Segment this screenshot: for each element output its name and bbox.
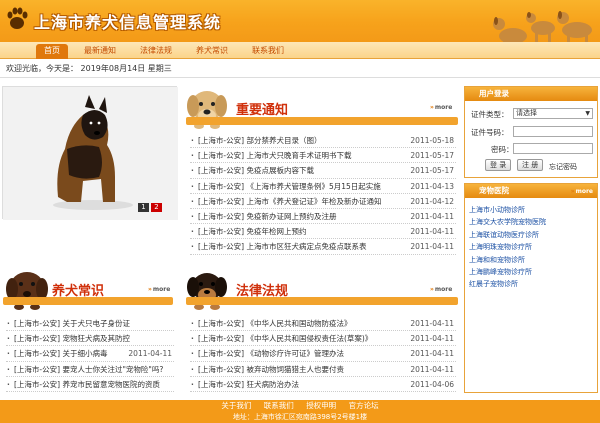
dog-photo <box>3 87 178 220</box>
laws-item[interactable]: [上海市-公安] 狂犬病防治办法2011-04-06 <box>190 377 456 392</box>
forgot-password-link[interactable]: 忘记密码 <box>549 162 577 172</box>
notice-list: [上海市-公安] 部分禁养犬目录（图）2011-05-18 [上海市-公安] 上… <box>190 133 456 255</box>
footer-link-authorization[interactable]: 授权申明 <box>306 401 336 410</box>
id-type-label: 证件类型： <box>471 110 509 119</box>
id-number-input[interactable] <box>513 126 593 137</box>
footer-link-forum[interactable]: 官方论坛 <box>349 401 379 410</box>
paw-icon <box>7 7 28 29</box>
laws-list: [上海市-公安] 《中华人民共和国动物防疫法》2011-04-11 [上海市-公… <box>190 316 456 392</box>
hospital-item[interactable]: 上海市小动物诊所 <box>469 204 546 216</box>
id-type-select[interactable]: 请选择 ▼ <box>513 108 593 119</box>
main-nav: 首页 最新通知 法律法规 养犬常识 联系我们 <box>0 42 600 59</box>
laws-item[interactable]: [上海市-公安] 《动物诊疗许可证》管理办法2011-04-11 <box>190 346 456 362</box>
laws-item[interactable]: [上海市-公安] 《中华人民共和国动物防疫法》2011-04-11 <box>190 316 456 331</box>
hospital-item[interactable]: 上海联谊动物医疗诊所 <box>469 229 546 241</box>
notice-title: 重要通知 <box>236 103 289 118</box>
hospital-item[interactable]: 上海和和宠物诊所 <box>469 254 546 266</box>
knowledge-list: [上海市-公安] 关于犬只电子身份证 [上海市-公安] 宠物狂犬病及其防控 [上… <box>6 316 174 392</box>
site-title: 上海市养犬信息管理系统 <box>34 13 222 32</box>
footer-links: 关于我们 联系我们 授权申明 官方论坛 <box>0 400 600 412</box>
login-panel: 用户登录 证件类型： 请选择 ▼ 证件号码： 密码： 登 录 注 册 忘记密码 <box>464 86 598 178</box>
site-footer: 关于我们 联系我们 授权申明 官方论坛 地址：上海市徐汇区宛南路398号2号楼1… <box>0 400 600 423</box>
notice-item[interactable]: [上海市-公安] 上海市《养犬登记证》年检及新办证通知2011-04-12 <box>190 194 456 209</box>
hospital-more-link[interactable]: more <box>571 188 593 195</box>
nav-item-home[interactable]: 首页 <box>36 44 68 59</box>
knowledge-item[interactable]: [上海市-公安] 关于犬只电子身份证 <box>6 316 174 331</box>
notice-more-link[interactable]: more <box>430 104 452 111</box>
laws-item[interactable]: [上海市-公安] 被弃动物饲猫猎主人也要付责2011-04-11 <box>190 362 456 377</box>
slide-page-1[interactable]: 1 <box>138 203 149 212</box>
nav-item-laws[interactable]: 法律法规 <box>132 44 180 59</box>
hospital-list: 上海市小动物诊所 上海交大农学院宠物医院 上海联谊动物医疗诊所 上海明珠宠物诊疗… <box>469 204 546 291</box>
notice-item[interactable]: [上海市-公安] 免疫年检网上预约2011-04-11 <box>190 224 456 240</box>
knowledge-item[interactable]: [上海市-公安] 养宠市民留意宠物医院的资质 <box>6 377 174 392</box>
hospital-item[interactable]: 上海明珠宠物诊疗所 <box>469 241 546 253</box>
hospital-panel: 宠物医院 more 上海市小动物诊所 上海交大农学院宠物医院 上海联谊动物医疗诊… <box>464 183 598 393</box>
nav-item-knowledge[interactable]: 养犬常识 <box>188 44 236 59</box>
footer-link-contact[interactable]: 联系我们 <box>264 401 294 410</box>
knowledge-title-bar <box>3 297 173 305</box>
knowledge-item[interactable]: [上海市-公安] 要宠人士你关注过"宠物险"吗? <box>6 362 174 377</box>
footer-link-about[interactable]: 关于我们 <box>221 401 251 410</box>
slideshow-pager: 1 2 <box>138 203 162 212</box>
notice-item[interactable]: [上海市-公安] 免疫点展板内容下载2011-05-17 <box>190 163 456 179</box>
slideshow: 1 2 <box>2 86 178 220</box>
footer-address: 地址：上海市徐汇区宛南路398号2号楼1楼 <box>232 413 368 421</box>
password-label: 密码： <box>491 145 514 154</box>
password-input[interactable] <box>513 143 593 154</box>
notice-title-bar <box>186 117 458 125</box>
login-button[interactable]: 登 录 <box>485 159 512 171</box>
laws-title-bar <box>186 297 458 305</box>
notice-item[interactable]: [上海市-公安] 部分禁养犬目录（图）2011-05-18 <box>190 133 456 148</box>
notice-item[interactable]: [上海市-公安] 免疫新办证网上预约及注册2011-04-11 <box>190 209 456 224</box>
hospital-item[interactable]: 红晨子宠物诊所 <box>469 278 546 290</box>
welcome-bar: 欢迎光临，今天是： 2019年08月14日 星期三 <box>0 60 600 78</box>
slide-page-2[interactable]: 2 <box>151 203 162 212</box>
login-title: 用户登录 <box>465 87 597 101</box>
knowledge-item[interactable]: [上海市-公安] 宠物狂犬病及其防控 <box>6 331 174 347</box>
knowledge-item[interactable]: [上海市-公安] 关于细小病毒2011-04-11 <box>6 346 174 362</box>
nav-item-latest-notice[interactable]: 最新通知 <box>76 44 124 59</box>
laws-more-link[interactable]: more <box>430 286 452 293</box>
notice-item[interactable]: [上海市-公安] 《上海市养犬管理条例》5月15日起实施2011-04-13 <box>190 179 456 194</box>
nav-item-contact[interactable]: 联系我们 <box>244 44 292 59</box>
notice-item[interactable]: [上海市-公安] 上海市市区狂犬病定点免疫点联系表2011-04-11 <box>190 239 456 255</box>
laws-item[interactable]: [上海市-公安] 《中华人民共和国侵权责任法(草案)》2011-04-11 <box>190 331 456 347</box>
notice-item[interactable]: [上海市-公安] 上海市犬只晚育手术证明书下载2011-05-17 <box>190 148 456 164</box>
id-number-label: 证件号码： <box>471 128 509 137</box>
hospital-item[interactable]: 上海鹏峰宠物诊疗所 <box>469 266 546 278</box>
knowledge-more-link[interactable]: more <box>148 286 170 293</box>
hospital-item[interactable]: 上海交大农学院宠物医院 <box>469 216 546 228</box>
register-button[interactable]: 注 册 <box>517 159 544 171</box>
site-header: 上海市养犬信息管理系统 <box>0 0 600 54</box>
chevron-down-icon: ▼ <box>585 110 590 117</box>
